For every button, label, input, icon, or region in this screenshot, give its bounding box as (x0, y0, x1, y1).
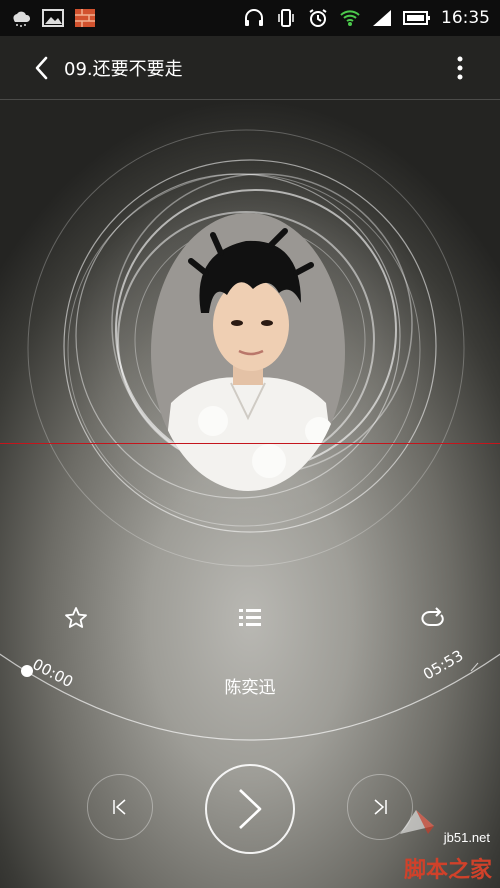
back-button[interactable] (18, 36, 64, 100)
play-icon (239, 789, 262, 829)
status-left (10, 8, 96, 28)
status-right: 16:35 (243, 8, 490, 28)
more-vertical-icon (457, 56, 463, 79)
artist-name: 陈奕迅 (224, 678, 276, 698)
play-button[interactable] (205, 764, 295, 854)
watermark-text: 脚本之家 (403, 858, 492, 883)
wifi-icon (340, 10, 360, 26)
skip-previous-icon (113, 799, 126, 815)
vibrate-icon (278, 9, 294, 27)
album-art (151, 213, 345, 491)
star-icon (65, 607, 87, 628)
watermark: jb51.net 脚本之家 (398, 806, 494, 886)
chevron-left-icon (35, 56, 48, 79)
previous-button[interactable] (87, 774, 153, 840)
weather-icon (13, 11, 31, 27)
watermark-url: jb51.net (443, 830, 490, 845)
alarm-icon (309, 9, 327, 27)
headset-icon (245, 9, 263, 26)
repeat-icon (421, 607, 444, 626)
top-bar: 09.还要不要走 (0, 36, 500, 100)
status-bar: 16:35 (0, 0, 500, 36)
artist-portrait (151, 213, 345, 491)
signal-icon (373, 10, 391, 26)
more-options-button[interactable] (440, 36, 480, 100)
list-icon (239, 609, 261, 626)
status-time: 16:35 (441, 8, 490, 28)
app-icon (75, 9, 95, 27)
battery-icon (403, 11, 430, 25)
skip-next-icon (374, 799, 387, 815)
song-title: 09.还要不要走 (64, 58, 183, 80)
red-line (0, 443, 500, 444)
image-icon (42, 9, 64, 27)
watermark-logo-icon (400, 810, 434, 834)
